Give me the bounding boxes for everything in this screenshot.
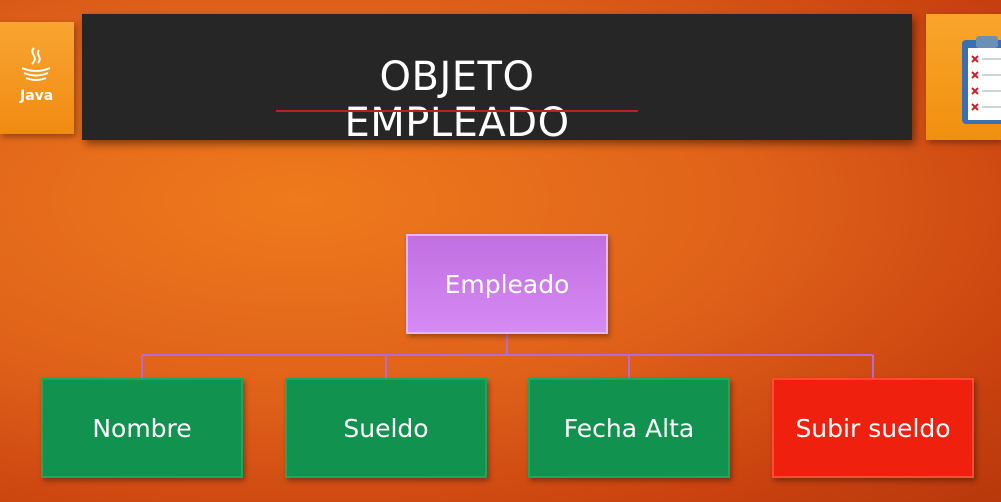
node-fecha-alta: Fecha Alta — [528, 378, 730, 478]
node-nombre: Nombre — [41, 378, 243, 478]
node-empleado: Empleado — [406, 234, 608, 334]
node-sueldo: Sueldo — [285, 378, 487, 478]
node-subir-sueldo: Subir sueldo — [772, 378, 974, 478]
